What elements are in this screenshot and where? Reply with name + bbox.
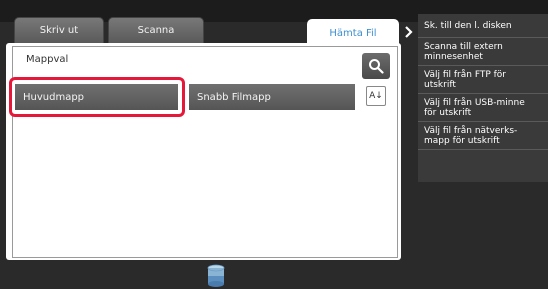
menu-item-label: Välj fil från nätverks- — [424, 126, 518, 136]
menu-item-label: utskrift — [424, 80, 456, 90]
menu-item-label: minnesenhet — [424, 52, 483, 62]
quick-file-folder-button[interactable]: Snabb Filmapp — [189, 84, 355, 110]
menu-item-ftp-print[interactable]: Välj fil från FTP för utskrift — [418, 70, 548, 90]
folder-select-title: Mappval — [26, 54, 69, 65]
search-button[interactable] — [362, 53, 390, 79]
menu-item-label: Sk. till den l. disken — [424, 21, 512, 31]
menu-item-network-print[interactable]: Välj fil från nätverks- mapp för utskrif… — [418, 126, 548, 146]
menu-divider — [418, 121, 548, 122]
device-screen: Skriv ut Scanna Hämta Fil Mappval A↓ Huv… — [0, 0, 548, 289]
menu-item-usb-print[interactable]: Välj fil från USB-minne för utskrift — [418, 98, 548, 118]
menu-divider — [418, 37, 548, 38]
menu-divider — [418, 65, 548, 66]
tab-hamta-fil[interactable]: Hämta Fil — [307, 19, 399, 47]
menu-item-label: Scanna till extern — [424, 42, 503, 52]
side-menu: Sk. till den l. disken Scanna till exter… — [418, 14, 548, 182]
menu-divider — [418, 149, 548, 150]
menu-item-label: för utskrift — [424, 108, 472, 118]
side-menu-arrow[interactable] — [401, 24, 417, 40]
sort-button[interactable]: A↓ — [366, 86, 386, 106]
menu-item-label: Välj fil från USB-minne — [424, 98, 525, 108]
tab-scanna[interactable]: Scanna — [108, 17, 204, 43]
menu-item-save-local-disk[interactable]: Sk. till den l. disken — [418, 21, 548, 31]
chevron-right-icon — [405, 26, 413, 38]
menu-item-scan-external[interactable]: Scanna till extern minnesenhet — [418, 42, 548, 62]
tab-skriv-ut[interactable]: Skriv ut — [14, 17, 104, 43]
menu-item-label: mapp för utskrift — [424, 136, 500, 146]
search-icon — [369, 59, 384, 74]
menu-item-label: Välj fil från FTP för — [424, 70, 506, 80]
storage-icon — [207, 264, 225, 287]
main-folder-button[interactable]: Huvudmapp — [15, 84, 178, 110]
sort-icon: A↓ — [369, 91, 383, 101]
menu-divider — [418, 93, 548, 94]
